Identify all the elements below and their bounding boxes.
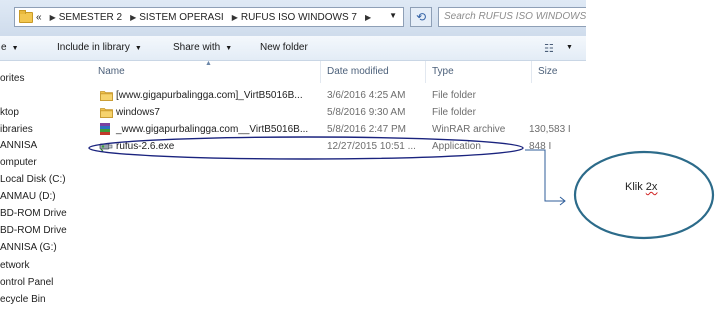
winrar-archive-icon <box>100 123 110 135</box>
nav-local-disk-c[interactable]: Local Disk (C:) <box>0 174 66 185</box>
chevron-right-icon[interactable]: ▶ <box>232 13 238 22</box>
chevron-down-icon: ▼ <box>225 45 233 52</box>
nav-desktop[interactable]: ktop <box>0 107 19 118</box>
chevron-right-icon[interactable]: ▶ <box>50 13 56 22</box>
nav-computer[interactable]: omputer <box>0 157 37 168</box>
nav-drive-g[interactable]: ANNISA (G:) <box>0 242 57 253</box>
column-divider[interactable] <box>531 61 532 83</box>
nav-libraries[interactable]: ibraries <box>0 124 33 135</box>
organize-label: e <box>1 42 7 53</box>
callout-main-text: Klik <box>625 181 643 193</box>
search-input[interactable]: Search RUFUS ISO WINDOWS 7 <box>438 7 586 27</box>
chevron-down-icon[interactable]: ▼ <box>566 44 573 51</box>
file-name[interactable]: windows7 <box>116 107 160 118</box>
file-row[interactable]: _www.gigapurbalingga.com__VirtB5016B... … <box>88 121 586 138</box>
callout-bubble <box>573 150 715 240</box>
callout-squiggle-text: 2x <box>645 181 658 193</box>
nav-user-annisa[interactable]: ANNISA <box>0 140 37 151</box>
nav-bd-rom-drive[interactable]: BD-ROM Drive <box>0 208 67 219</box>
chevron-down-icon: ▼ <box>11 45 19 52</box>
nav-control-panel[interactable]: ontrol Panel <box>0 277 53 288</box>
breadcrumb-sistem-operasi[interactable]: SISTEM OPERASI <box>139 12 223 23</box>
file-row[interactable]: rufus-2.6.exe 12/27/2015 10:51 ... Appli… <box>88 138 586 155</box>
file-row[interactable]: [www.gigapurbalingga.com]_VirtB5016B... … <box>88 87 586 104</box>
sort-ascending-icon: ▲ <box>205 60 212 67</box>
command-bar: e ▼ Include in library ▼ Share with ▼ New f… <box>0 36 586 61</box>
share-with-button[interactable]: Share with ▼ <box>173 42 232 53</box>
change-view-icon[interactable]: ☷ <box>544 42 554 55</box>
file-date-modified: 12/27/2015 10:51 ... <box>327 141 416 152</box>
file-type: File folder <box>432 90 476 101</box>
breadcrumb-rufus[interactable]: RUFUS ISO WINDOWS 7 <box>241 12 357 23</box>
column-header-date-modified[interactable]: Date modified <box>327 66 389 77</box>
breadcrumb-semester[interactable]: SEMESTER 2 <box>59 12 122 23</box>
file-name[interactable]: [www.gigapurbalingga.com]_VirtB5016B... <box>116 90 303 101</box>
callout-text: Klik 2x <box>625 181 657 193</box>
navigation-pane: orites ktop ibraries ANNISA omputer Loca… <box>0 61 88 314</box>
column-header-size[interactable]: Size <box>538 66 557 77</box>
file-type: WinRAR archive <box>432 124 506 135</box>
file-row[interactable]: windows7 5/8/2016 9:30 AM File folder <box>88 104 586 121</box>
chevron-down-icon: ▼ <box>134 45 142 52</box>
rufus-app-icon <box>99 143 113 152</box>
explorer-window: « ▶ SEMESTER 2 ▶ SISTEM OPERASI ▶ RUFUS … <box>0 0 586 314</box>
file-date-modified: 5/8/2016 2:47 PM <box>327 124 406 135</box>
chevron-down-icon[interactable]: ▼ <box>389 11 397 20</box>
breadcrumb-overflow[interactable]: « <box>36 12 42 23</box>
column-divider[interactable] <box>425 61 426 83</box>
file-size: 848 I <box>529 141 552 152</box>
file-name[interactable]: _www.gigapurbalingga.com__VirtB5016B... <box>116 124 308 135</box>
refresh-button[interactable]: ⟲ <box>410 7 432 27</box>
file-date-modified: 5/8/2016 9:30 AM <box>327 107 406 118</box>
chevron-right-icon[interactable]: ▶ <box>130 13 136 22</box>
chevron-right-icon[interactable]: ▶ <box>365 13 371 22</box>
file-list: ▲ Name Date modified Type Size [www.giga… <box>88 60 586 314</box>
file-date-modified: 3/6/2016 4:25 AM <box>327 90 406 101</box>
organize-button[interactable]: e ▼ <box>1 42 19 53</box>
address-box[interactable]: « ▶ SEMESTER 2 ▶ SISTEM OPERASI ▶ RUFUS … <box>14 7 404 27</box>
include-in-library-button[interactable]: Include in library ▼ <box>57 42 142 53</box>
file-size: 130,583 I <box>529 124 571 135</box>
nav-drive-d[interactable]: ANMAU (D:) <box>0 191 56 202</box>
folder-icon <box>100 91 113 101</box>
folder-icon <box>100 108 113 118</box>
nav-recycle-bin[interactable]: ecycle Bin <box>0 294 46 305</box>
file-type: Application <box>432 141 481 152</box>
nav-bd-rom-drive[interactable]: BD-ROM Drive <box>0 225 67 236</box>
nav-favorites[interactable]: orites <box>0 73 24 84</box>
column-header-type[interactable]: Type <box>432 66 454 77</box>
address-bar-area: « ▶ SEMESTER 2 ▶ SISTEM OPERASI ▶ RUFUS … <box>0 0 586 36</box>
share-with-label: Share with <box>173 42 221 53</box>
column-header-name[interactable]: Name <box>98 66 125 77</box>
file-type: File folder <box>432 107 476 118</box>
nav-network[interactable]: etwork <box>0 260 29 271</box>
refresh-icon: ⟲ <box>415 10 427 24</box>
folder-icon <box>19 9 33 23</box>
new-folder-button[interactable]: New folder <box>260 42 308 53</box>
file-name[interactable]: rufus-2.6.exe <box>116 141 174 152</box>
include-in-library-label: Include in library <box>57 42 130 53</box>
column-divider[interactable] <box>320 61 321 83</box>
